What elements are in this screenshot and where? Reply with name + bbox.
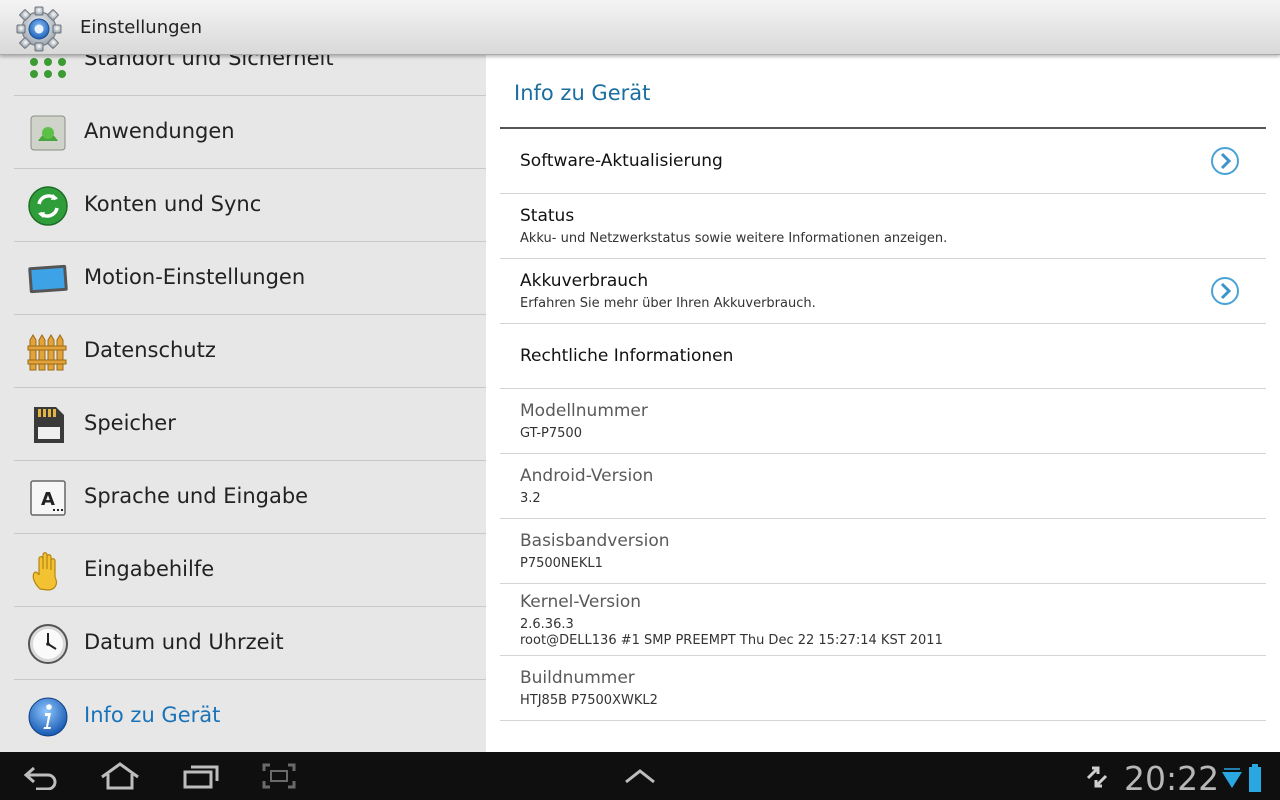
nav-label: Sprache und Eingabe xyxy=(84,484,309,508)
settings-category-list[interactable]: Standort und Sicherheit Anwendungen Kont… xyxy=(0,55,486,752)
language-input-icon: A xyxy=(30,480,66,516)
row-value-line2: root@DELL136 #1 SMP PREEMPT Thu Dec 22 1… xyxy=(520,633,943,648)
accessibility-hand-icon xyxy=(32,552,58,591)
back-icon[interactable] xyxy=(22,764,60,790)
svg-text:A: A xyxy=(41,489,55,510)
nav-label: Motion-Einstellungen xyxy=(84,265,306,289)
nav-item-datum-uhrzeit[interactable]: Datum und Uhrzeit xyxy=(14,607,486,680)
row-title: Rechtliche Informationen xyxy=(520,346,734,366)
nav-item-standort[interactable]: Standort und Sicherheit xyxy=(14,55,486,96)
row-value: P7500NEKL1 xyxy=(520,556,603,571)
nav-item-info-zu-geraet[interactable]: Info zu Gerät xyxy=(14,680,486,752)
row-android-version: Android-Version 3.2 xyxy=(500,454,1266,519)
nav-item-konten-sync[interactable]: Konten und Sync xyxy=(14,169,486,242)
row-kernel-version: Kernel-Version 2.6.36.3 root@DELL136 #1 … xyxy=(500,584,1266,656)
row-rechtliche-informationen[interactable]: Rechtliche Informationen xyxy=(500,324,1266,389)
row-title: Buildnummer xyxy=(520,668,635,688)
privacy-fence-icon xyxy=(27,334,67,371)
row-value: 2.6.36.3 xyxy=(520,617,574,632)
screen: Einstellungen Standort und Sicherheit An… xyxy=(0,0,1280,800)
screenshot-icon[interactable] xyxy=(262,763,296,789)
nav-label: Info zu Gerät xyxy=(84,703,221,727)
motion-icon xyxy=(28,264,68,294)
system-bar: 20:22 xyxy=(0,752,1280,800)
nav-item-sprache[interactable]: A Sprache und Eingabe xyxy=(14,461,486,534)
nav-label: Datum und Uhrzeit xyxy=(84,630,284,654)
detail-title: Info zu Gerät xyxy=(514,81,651,105)
info-icon xyxy=(28,697,68,737)
row-value: GT-P7500 xyxy=(520,426,582,441)
nav-item-speicher[interactable]: Speicher xyxy=(14,388,486,461)
battery-icon xyxy=(1249,764,1261,792)
recent-apps-icon[interactable] xyxy=(182,763,220,789)
nav-label: Anwendungen xyxy=(84,119,235,143)
row-basisbandversion: Basisbandversion P7500NEKL1 xyxy=(500,519,1266,584)
settings-gear-icon[interactable] xyxy=(16,6,62,52)
row-title: Akkuverbrauch xyxy=(520,271,649,291)
row-title: Status xyxy=(520,206,575,226)
row-title: Basisbandversion xyxy=(520,531,670,551)
row-value: HTJ85B P7500XWKL2 xyxy=(520,693,658,708)
chevron-right-icon[interactable] xyxy=(1210,276,1240,306)
location-security-icon xyxy=(30,58,66,78)
nav-item-motion[interactable]: Motion-Einstellungen xyxy=(14,242,486,315)
row-status[interactable]: Status Akku- und Netzwerkstatus sowie we… xyxy=(500,194,1266,259)
row-title: Kernel-Version xyxy=(520,592,642,612)
row-title: Android-Version xyxy=(520,466,654,486)
row-title: Software-Aktualisierung xyxy=(520,151,723,171)
row-akkuverbrauch[interactable]: Akkuverbrauch Erfahren Sie mehr über Ihr… xyxy=(500,259,1266,324)
row-value: 3.2 xyxy=(520,491,541,506)
sync-icon xyxy=(28,186,68,226)
home-icon[interactable] xyxy=(98,761,142,791)
nav-label: Konten und Sync xyxy=(84,192,262,216)
storage-sd-icon xyxy=(34,407,64,443)
nav-label: Datenschutz xyxy=(84,338,216,362)
nav-label: Eingabehilfe xyxy=(84,557,215,581)
row-modellnummer: Modellnummer GT-P7500 xyxy=(500,389,1266,454)
clock-time[interactable]: 20:22 xyxy=(1124,759,1219,798)
applications-icon xyxy=(30,115,66,151)
menu-up-icon[interactable] xyxy=(622,766,658,786)
row-subtitle: Akku- und Netzwerkstatus sowie weitere I… xyxy=(520,231,948,246)
nav-item-eingabehilfe[interactable]: Eingabehilfe xyxy=(14,534,486,607)
nav-item-datenschutz[interactable]: Datenschutz xyxy=(14,315,486,388)
row-subtitle: Erfahren Sie mehr über Ihren Akkuverbrau… xyxy=(520,296,816,311)
sync-arrows-icon xyxy=(1086,766,1108,788)
app-title: Einstellungen xyxy=(80,17,203,38)
detail-pane: Info zu Gerät Software-Aktualisierung St… xyxy=(486,55,1280,752)
chevron-right-icon[interactable] xyxy=(1210,146,1240,176)
nav-item-anwendungen[interactable]: Anwendungen xyxy=(14,96,486,169)
row-software-update[interactable]: Software-Aktualisierung xyxy=(500,129,1266,194)
title-bar: Einstellungen xyxy=(0,0,1280,55)
row-buildnummer: Buildnummer HTJ85B P7500XWKL2 xyxy=(500,656,1266,721)
wifi-icon xyxy=(1222,768,1242,788)
nav-label: Speicher xyxy=(84,411,176,435)
nav-label: Standort und Sicherheit xyxy=(84,55,334,70)
clock-icon xyxy=(28,624,68,664)
row-title: Modellnummer xyxy=(520,401,648,421)
